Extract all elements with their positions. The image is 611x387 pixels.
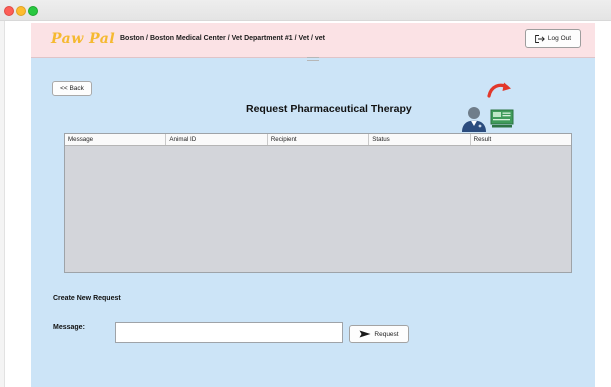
minimize-window-button[interactable] [16, 6, 26, 16]
table-header: Message Animal ID Recipient Status Resul… [65, 134, 571, 146]
message-label: Message: [53, 324, 85, 331]
message-input[interactable] [115, 322, 343, 343]
brand-logo: Paw Pal [51, 31, 116, 47]
column-header-recipient[interactable]: Recipient [268, 134, 370, 145]
window-titlebar [0, 0, 611, 21]
column-header-message[interactable]: Message [65, 134, 167, 145]
column-header-result[interactable]: Result [471, 134, 571, 145]
curved-arrow-icon [487, 82, 511, 98]
split-pane-divider[interactable] [306, 57, 320, 61]
zoom-window-button[interactable] [28, 6, 38, 16]
column-header-animal-id[interactable]: Animal ID [166, 134, 268, 145]
logout-button[interactable]: Log Out [525, 29, 581, 48]
logout-icon [535, 34, 545, 43]
close-window-button[interactable] [4, 6, 14, 16]
presentation-board-icon [490, 109, 514, 128]
app-header: Paw Pal Boston / Boston Medical Center /… [31, 23, 595, 58]
app-window: Paw Pal Boston / Boston Medical Center /… [31, 23, 595, 387]
request-button-label: Request [374, 330, 399, 338]
create-request-heading: Create New Request [53, 295, 121, 302]
back-button[interactable]: << Back [52, 81, 92, 96]
request-button[interactable]: Request [349, 325, 409, 343]
requests-table[interactable]: Message Animal ID Recipient Status Resul… [64, 133, 572, 273]
doctor-avatar-icon [462, 107, 486, 132]
left-window-edge [0, 0, 5, 387]
logout-label: Log Out [547, 35, 572, 42]
page-title: Request Pharmaceutical Therapy [246, 103, 412, 115]
breadcrumb: Boston / Boston Medical Center / Vet Dep… [120, 35, 325, 42]
column-header-status[interactable]: Status [369, 134, 471, 145]
send-arrow-icon [359, 330, 371, 338]
